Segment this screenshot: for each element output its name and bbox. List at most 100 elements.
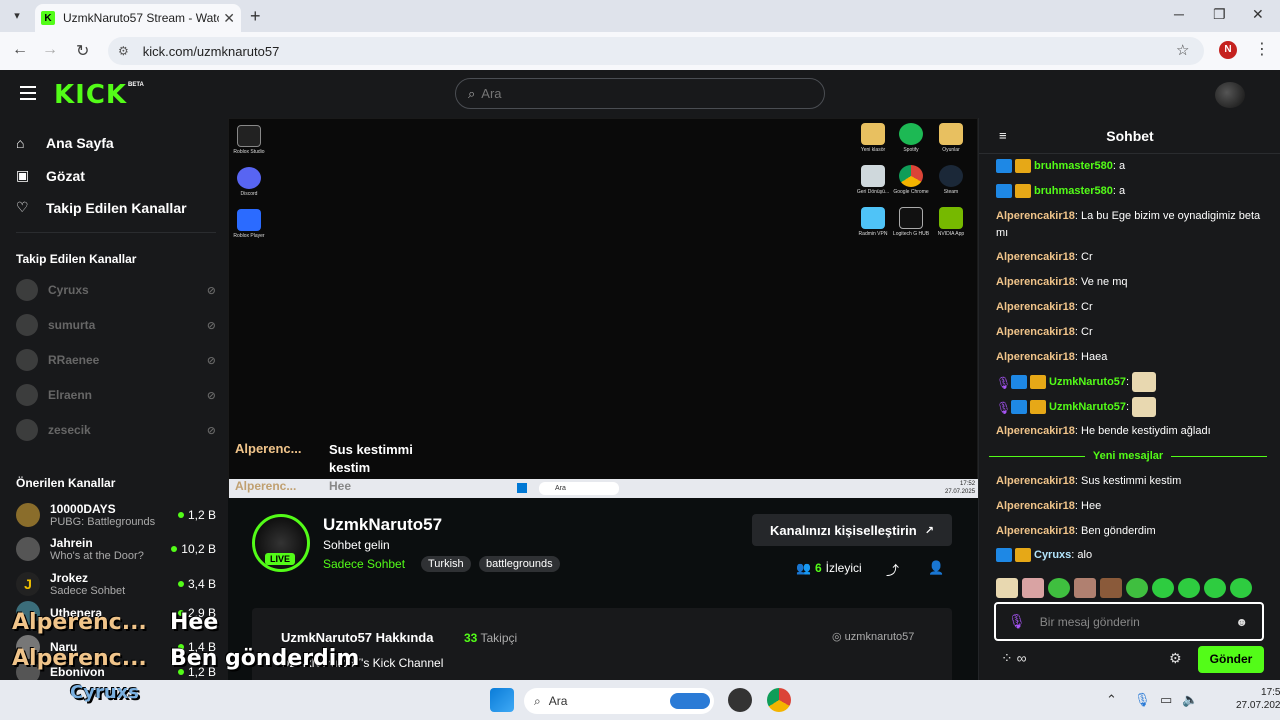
collapse-chat-icon[interactable]: ≡ <box>999 118 1007 154</box>
chat-text: a <box>1119 185 1126 197</box>
overlay-chat-user: Cyruxs <box>70 682 139 703</box>
emote-icon[interactable] <box>1074 578 1096 598</box>
follow-user-icon[interactable]: 👤 <box>928 560 944 576</box>
chat-username[interactable]: Alperencakir18 <box>996 525 1075 537</box>
tag-battlegrounds[interactable]: battlegrounds <box>479 556 560 572</box>
back-arrow-icon[interactable]: ← <box>12 41 28 59</box>
search-input[interactable] <box>481 86 782 101</box>
user-avatar[interactable] <box>1215 82 1245 108</box>
windows-start-icon[interactable] <box>490 688 514 712</box>
tab-title: UzmkNaruto57 Stream - Watch <box>63 11 220 25</box>
tray-chevron-icon[interactable]: ⌃ <box>1106 692 1117 708</box>
tray-mic-icon[interactable]: 🎙 <box>1134 692 1151 708</box>
home-icon: ⌂ <box>16 135 25 151</box>
taskbar-clock[interactable]: 17:52 27.07.2025 <box>1236 686 1280 712</box>
customize-channel-button[interactable]: Kanalınızı kişiselleştirin ↗ <box>752 514 952 546</box>
chat-message: 🎙 UzmkNaruto57: <box>996 397 1266 417</box>
taskbar-search[interactable]: ⌕ Ara <box>524 688 714 714</box>
new-tab-plus-icon[interactable]: + <box>250 6 261 26</box>
browser-tab[interactable]: K UzmkNaruto57 Stream - Watch ✕ <box>35 4 241 32</box>
emote-icon[interactable] <box>1152 578 1174 598</box>
obs-icon[interactable] <box>728 688 752 712</box>
tray-volume-icon[interactable]: 🔈 <box>1182 692 1198 708</box>
chrome-taskbar-icon[interactable] <box>767 688 791 712</box>
forward-arrow-icon[interactable]: → <box>42 41 58 59</box>
recommended-heading: Önerilen Kanallar <box>16 476 116 490</box>
avatar <box>16 314 38 336</box>
channel-name: RRaenee <box>48 353 100 367</box>
channel-name[interactable]: UzmkNaruto57 <box>323 515 442 535</box>
close-window-icon[interactable]: ✕ <box>1252 6 1264 23</box>
send-button[interactable]: Gönder <box>1198 646 1264 673</box>
hamburger-menu-icon[interactable] <box>20 86 36 100</box>
desktop-icon-label: Oyunlar <box>942 147 960 153</box>
viewer-count-label: İzleyici <box>825 561 862 575</box>
channel-name: Jrokez <box>50 571 89 585</box>
chat-username[interactable]: Alperencakir18 <box>996 301 1075 313</box>
chat-username[interactable]: Alperencakir18 <box>996 326 1075 338</box>
share-icon[interactable]: ⤴ <box>886 560 899 579</box>
minimize-icon[interactable]: ─ <box>1174 6 1184 22</box>
viewer-count: 3,4 B <box>177 577 216 591</box>
followed-channel[interactable]: sumurta ⊘ <box>16 312 216 338</box>
kick-logo[interactable]: KICK <box>54 80 127 110</box>
search-bar[interactable]: ⌕ <box>455 78 825 109</box>
clock-time: 17:52 <box>1261 687 1280 698</box>
tag-turkish[interactable]: Turkish <box>421 556 471 572</box>
browse-icon: ▣ <box>16 167 30 183</box>
recommended-channel[interactable]: Jahrein Who's at the Door? 10,2 B <box>16 532 216 566</box>
followed-channel[interactable]: zesecik ⊘ <box>16 417 216 443</box>
chat-username[interactable]: bruhmaster580 <box>1034 185 1113 197</box>
followed-channel[interactable]: RRaenee ⊘ <box>16 347 216 373</box>
chat-username[interactable]: Alperencakir18 <box>996 475 1075 487</box>
profile-avatar[interactable]: N <box>1219 41 1237 59</box>
emote-icon[interactable] <box>1100 578 1122 598</box>
chat-username[interactable]: Alperencakir18 <box>996 351 1075 363</box>
emoji-picker-icon[interactable]: ☻ <box>1235 615 1248 629</box>
chat-username[interactable]: Alperencakir18 <box>996 251 1075 263</box>
chat-settings-gear-icon[interactable]: ⚙ <box>1169 650 1182 667</box>
nav-following[interactable]: ♡ Takip Edilen Kanallar <box>16 199 187 216</box>
chat-username[interactable]: Alperencakir18 <box>996 210 1075 222</box>
close-tab-icon[interactable]: ✕ <box>223 10 235 27</box>
reload-icon[interactable]: ↻ <box>76 41 89 61</box>
chat-username[interactable]: bruhmaster580 <box>1034 160 1113 172</box>
emote-icon[interactable] <box>1048 578 1070 598</box>
url-field[interactable]: ⚙ kick.com/uzmknaruto57 <box>108 37 1204 65</box>
instagram-link[interactable]: ◎ uzmknaruto57 <box>832 630 914 643</box>
recommended-channel[interactable]: 10000DAYS PUBG: Battlegrounds 1,2 B <box>16 498 216 532</box>
offline-icon: ⊘ <box>206 354 216 367</box>
browser-menu-icon[interactable]: ⋮ <box>1254 39 1270 59</box>
chat-username[interactable]: Alperencakir18 <box>996 425 1075 437</box>
chat-username[interactable]: Alperencakir18 <box>996 276 1075 288</box>
chat-username[interactable]: UzmkNaruto57 <box>1049 376 1126 388</box>
microphone-icon[interactable]: 🎙 <box>1008 613 1026 630</box>
nav-home[interactable]: ⌂ Ana Sayfa <box>16 135 114 151</box>
emote-icon[interactable] <box>1230 578 1252 598</box>
tab-search-chevron-icon[interactable]: ▾ <box>6 6 28 26</box>
search-icon: ⌕ <box>468 85 476 101</box>
stream-category[interactable]: Sadece Sohbet <box>323 557 405 571</box>
chat-username[interactable]: Cyruxs <box>1034 549 1071 561</box>
chat-input[interactable]: 🎙 Bir mesaj gönderin ☻ <box>994 602 1264 641</box>
emote-icon[interactable] <box>1022 578 1044 598</box>
emote-icon[interactable] <box>996 578 1018 598</box>
restore-icon[interactable]: ❐ <box>1213 6 1226 23</box>
tray-network-icon[interactable]: ▭ <box>1160 692 1172 708</box>
emote-icon[interactable] <box>1178 578 1200 598</box>
nav-browse[interactable]: ▣ Gözat <box>16 167 85 184</box>
followed-channel[interactable]: Cyruxs ⊘ <box>16 277 216 303</box>
nav-home-label: Ana Sayfa <box>46 135 114 151</box>
chat-username[interactable]: Alperencakir18 <box>996 500 1075 512</box>
kick-points-icon[interactable]: ⁘ ∞ <box>1001 650 1027 667</box>
video-player[interactable]: Roblox Studio Discord Roblox Player Yeni… <box>228 118 979 499</box>
chat-text: Cr <box>1081 251 1093 263</box>
chat-username[interactable]: UzmkNaruto57 <box>1049 401 1126 413</box>
bookmark-star-icon[interactable]: ☆ <box>1176 41 1189 59</box>
chat-message: Alperencakir18: Hee <box>996 500 1102 512</box>
site-settings-icon[interactable]: ⚙ <box>118 44 129 58</box>
emote-icon[interactable] <box>1126 578 1148 598</box>
followed-channel[interactable]: Elraenn ⊘ <box>16 382 216 408</box>
emote-icon[interactable] <box>1204 578 1226 598</box>
desktop-icon-label: Google Chrome <box>893 189 929 195</box>
